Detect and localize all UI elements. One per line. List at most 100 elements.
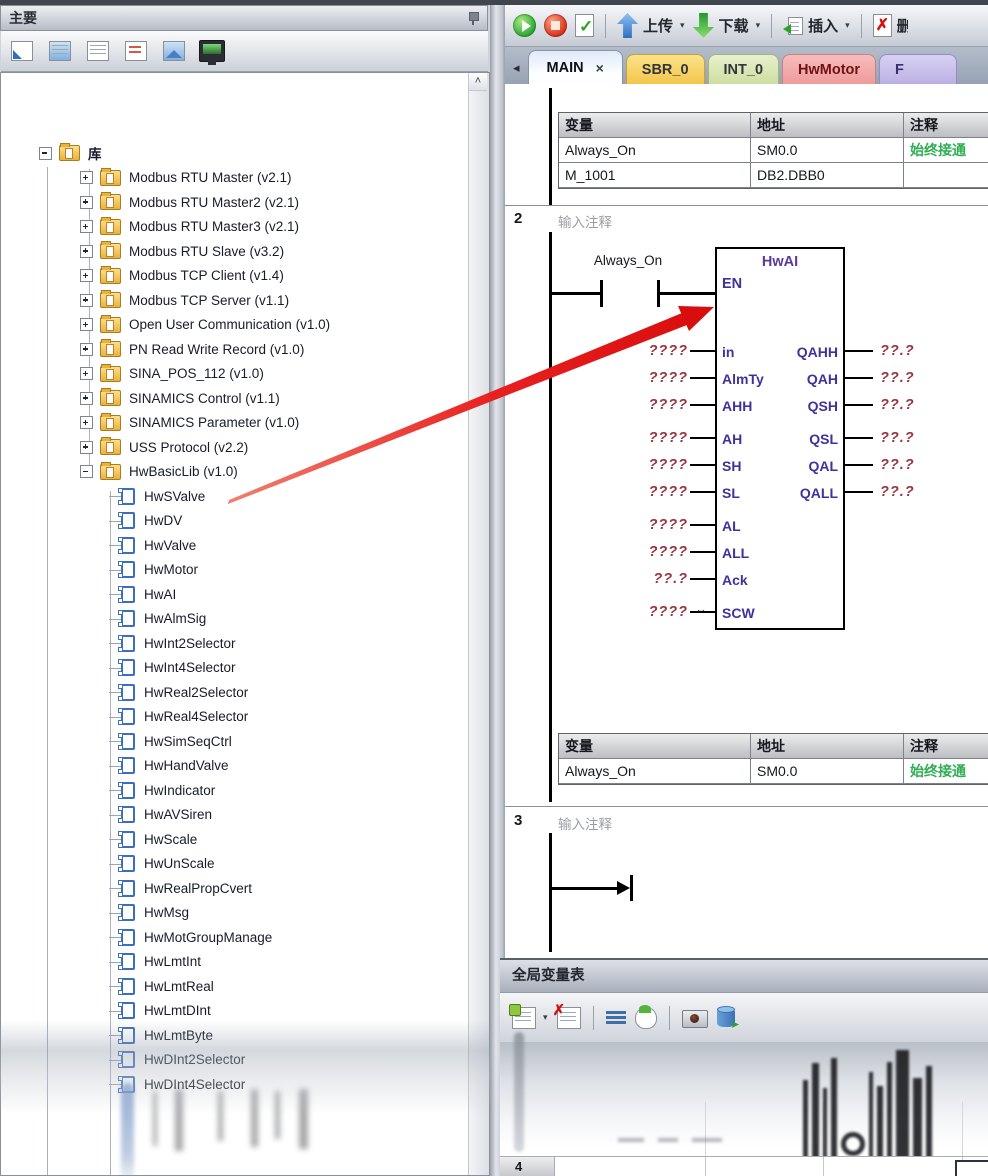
tree-item-block[interactable]: HwIndicator	[3, 778, 469, 803]
block-output-pin[interactable]: ??.?	[845, 424, 935, 451]
address-cell[interactable]: SM0.0	[751, 759, 904, 784]
expand-plus-icon[interactable]	[80, 440, 93, 454]
stop-button[interactable]	[544, 14, 567, 37]
monitor-view-button[interactable]	[199, 38, 225, 65]
sort-lines-button[interactable]	[605, 1009, 626, 1026]
tab-main[interactable]: MAIN ×	[527, 50, 623, 84]
tree-item-block[interactable]: HwAI	[3, 582, 469, 607]
block-input-pin[interactable]: ????	[593, 364, 715, 391]
chevron-down-icon[interactable]: ▾	[845, 20, 850, 31]
pin-value[interactable]: ??.?	[880, 430, 935, 446]
contact-operand[interactable]: Always_On	[583, 253, 673, 268]
tree-item-block[interactable]: HwAVSiren	[3, 803, 469, 828]
pin-value[interactable]: ??.?	[593, 571, 688, 587]
tree-item-block[interactable]: HwRealPropCvert	[3, 876, 469, 901]
pin-value[interactable]: ????	[593, 544, 688, 560]
expand-plus-icon[interactable]	[80, 220, 93, 234]
pin-value[interactable]: ????	[593, 397, 688, 413]
tree-item-library[interactable]: Modbus RTU Master3 (v2.1)	[3, 215, 469, 240]
comment-cell[interactable]	[904, 163, 988, 188]
pin-value[interactable]: ??.?	[880, 397, 935, 413]
block-input-pin[interactable]: ????	[593, 391, 715, 418]
table-row[interactable]: Always_On SM0.0 始终接通	[559, 759, 988, 784]
expand-plus-icon[interactable]	[80, 269, 93, 283]
expand-plus-icon[interactable]	[80, 171, 93, 185]
tree-item-block[interactable]: HwInt4Selector	[3, 656, 469, 681]
network-comment[interactable]: 输入注释	[558, 813, 612, 833]
tab-hwmotor[interactable]: HwMotor	[782, 54, 877, 84]
table-row[interactable]: Always_On SM0.0 始终接通	[559, 138, 988, 163]
pin-value[interactable]: ????	[593, 517, 688, 533]
pin-value[interactable]: ????	[593, 370, 688, 386]
block-input-pin[interactable]: ????	[593, 337, 715, 364]
block-input-pin[interactable]: ????	[593, 538, 715, 565]
filter-button[interactable]	[634, 1004, 657, 1029]
tree-item-block[interactable]: HwSValve	[3, 484, 469, 509]
tree-item-library-root[interactable]: 库	[3, 141, 469, 166]
comment-cell[interactable]: 始终接通	[904, 138, 988, 163]
chart-view-button[interactable]	[161, 38, 187, 64]
collapse-minus-icon[interactable]	[80, 465, 93, 479]
variable-cell[interactable]: Always_On	[559, 138, 751, 163]
close-icon[interactable]: ×	[596, 60, 604, 76]
tree-item-block[interactable]: HwSimSeqCtrl	[3, 729, 469, 754]
tab-sbr0[interactable]: SBR_0	[625, 54, 705, 84]
variable-cell[interactable]: Always_On	[559, 759, 751, 784]
tree-item-block[interactable]: HwScale	[3, 827, 469, 852]
tree-item-library[interactable]: Modbus RTU Master (v2.1)	[3, 166, 469, 191]
tree-item-library[interactable]: SINAMICS Parameter (v1.0)	[3, 411, 469, 436]
pin-icon[interactable]	[467, 12, 479, 25]
tree-item-library[interactable]: Modbus TCP Server (v1.1)	[3, 288, 469, 313]
tree-item-library[interactable]: Modbus RTU Master2 (v2.1)	[3, 190, 469, 215]
book-view-button[interactable]	[85, 38, 111, 64]
comment-cell[interactable]: 始终接通	[904, 759, 988, 784]
block-input-pin[interactable]: ????	[593, 478, 715, 505]
chevron-down-icon[interactable]: ▾	[543, 1012, 548, 1023]
tree-item-block[interactable]: HwLmtDInt	[3, 999, 469, 1024]
block-input-pin[interactable]: ????	[593, 598, 715, 625]
function-block-hwai[interactable]: HwAI EN in AlmTy AHH AH SH SL AL ALL Ack…	[715, 247, 845, 630]
variable-grid-area[interactable]: 4	[500, 1032, 988, 1176]
tree-item-block[interactable]: HwLmtReal	[3, 974, 469, 999]
tree-item-block[interactable]: HwDInt2Selector	[3, 1048, 469, 1073]
block-input-pin[interactable]: ????	[593, 511, 715, 538]
scroll-up-button[interactable]: ˄	[469, 73, 487, 91]
tree-item-library[interactable]: SINA_POS_112 (v1.0)	[3, 362, 469, 387]
block-input-pin[interactable]: ??.?	[593, 565, 715, 592]
pin-value[interactable]: ??.?	[880, 484, 935, 500]
block-output-pin[interactable]: ??.?	[845, 451, 935, 478]
ladder-editor[interactable]: 变量 地址 注释 Always_On SM0.0 始终接通 M_1001 DB2…	[505, 84, 988, 958]
delete-row-button[interactable]: ✗	[553, 1002, 581, 1029]
pin-value[interactable]: ??.?	[880, 370, 935, 386]
pin-value[interactable]: ??.?	[880, 457, 935, 473]
export-database-button[interactable]	[716, 1006, 740, 1031]
run-button[interactable]	[513, 14, 536, 37]
variable-cell[interactable]: M_1001	[559, 163, 751, 188]
tree-item-block[interactable]: HwHandValve	[3, 754, 469, 779]
tree-item-library[interactable]: Modbus RTU Slave (v3.2)	[3, 239, 469, 264]
tree-item-library[interactable]: Modbus TCP Client (v1.4)	[3, 264, 469, 289]
tree-item-block[interactable]: HwDInt4Selector	[3, 1072, 469, 1097]
block-output-pin[interactable]: ??.?	[845, 337, 935, 364]
upload-button[interactable]: 上传 ▾	[617, 13, 685, 38]
delete-button[interactable]: ✗ 删	[872, 14, 908, 37]
expand-plus-icon[interactable]	[80, 391, 93, 405]
block-output-pin[interactable]: ??.?	[845, 478, 935, 505]
expand-plus-icon[interactable]	[80, 367, 93, 381]
collapse-minus-icon[interactable]	[39, 146, 52, 160]
tree-item-block[interactable]: HwMsg	[3, 901, 469, 926]
pin-value[interactable]: ??.?	[880, 343, 935, 359]
tab-clipped[interactable]: F	[879, 54, 958, 84]
tree-item-block[interactable]: HwReal2Selector	[3, 680, 469, 705]
pin-value[interactable]: ????	[593, 457, 688, 473]
network-comment[interactable]: 输入注释	[558, 211, 612, 231]
expand-plus-icon[interactable]	[80, 293, 93, 307]
block-input-pin[interactable]: ????	[593, 424, 715, 451]
expand-plus-icon[interactable]	[80, 342, 93, 356]
tree-item-hwbasiclib[interactable]: HwBasicLib (v1.0)	[3, 460, 469, 485]
block-output-pin[interactable]: ??.?	[845, 391, 935, 418]
expand-plus-icon[interactable]	[80, 416, 93, 430]
tree-item-library[interactable]: Open User Communication (v1.0)	[3, 313, 469, 338]
pin-value[interactable]: ????	[593, 430, 688, 446]
document-view-button[interactable]	[123, 38, 149, 64]
